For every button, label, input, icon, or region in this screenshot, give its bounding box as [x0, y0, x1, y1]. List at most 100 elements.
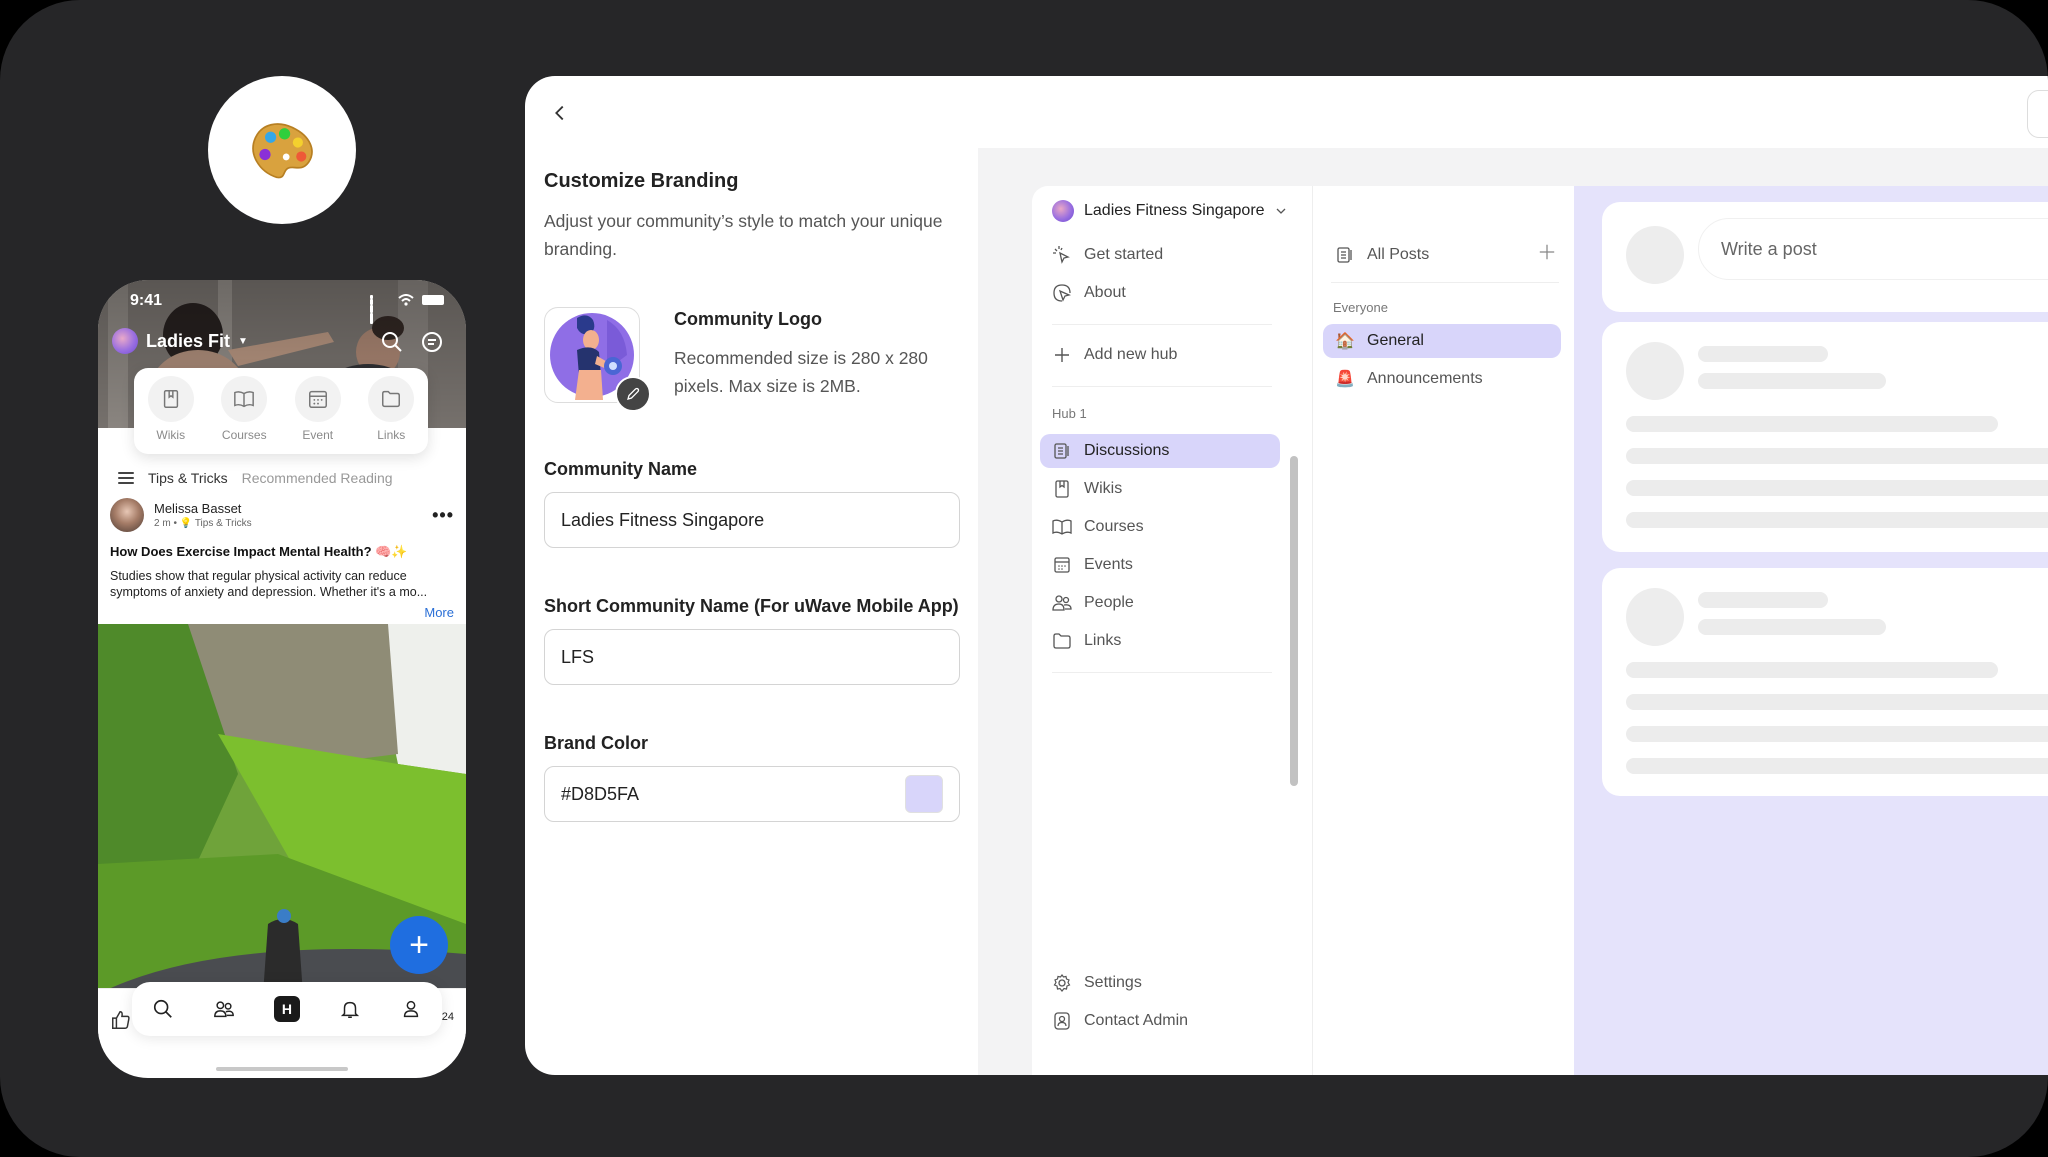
sidebar-item-get-started[interactable]: Get started	[1040, 238, 1280, 272]
chat-icon[interactable]	[420, 330, 444, 354]
chevron-down-icon	[1276, 208, 1286, 214]
app-title: Ladies Fit	[146, 330, 231, 351]
brand-color-group: Brand Color	[544, 733, 964, 822]
author-avatar[interactable]	[110, 498, 144, 532]
search-icon[interactable]	[152, 998, 174, 1020]
sidebar-item-about[interactable]: About	[1040, 276, 1280, 310]
home-indicator	[216, 1067, 348, 1071]
divider	[1052, 672, 1272, 673]
sidebar-scrollbar[interactable]	[1290, 456, 1298, 786]
search-icon[interactable]	[380, 330, 404, 354]
bottom-navigation: H	[132, 982, 442, 1036]
contact-admin-icon	[1054, 1012, 1070, 1030]
branding-form: Customize Branding Adjust your community…	[544, 170, 964, 822]
more-options-icon[interactable]: •••	[432, 505, 454, 526]
page-title: Customize Branding	[544, 170, 739, 192]
short-name-label: Short Community Name (For uWave Mobile A…	[544, 596, 959, 616]
divider	[1052, 386, 1272, 387]
brand-color-swatch[interactable]	[905, 775, 943, 813]
quick-links-card: Wikis Courses Event Links	[134, 368, 428, 454]
sidebar-item-events[interactable]: Events	[1040, 548, 1280, 582]
thumbs-up-icon[interactable]	[110, 1009, 132, 1031]
back-button[interactable]	[545, 98, 575, 128]
skeleton-line	[1698, 592, 1828, 608]
sidebar-item-courses[interactable]: Courses	[1040, 510, 1280, 544]
sparkle-cursor-icon	[1053, 246, 1070, 264]
skeleton-line	[1626, 662, 1998, 678]
hamburger-menu-icon[interactable]	[118, 472, 134, 484]
web-preview: Ladies Fitness Singapore Get started Abo…	[978, 148, 2048, 1075]
quick-link-event[interactable]: Event	[283, 376, 353, 442]
open-book-icon	[234, 391, 255, 408]
channel-announcements[interactable]: 🚨 Announcements	[1323, 362, 1561, 396]
sidebar-item-settings[interactable]: Settings	[1040, 966, 1280, 1000]
sidebar-item-people[interactable]: People	[1040, 586, 1280, 620]
divider	[1331, 282, 1559, 283]
home-hub-icon[interactable]: H	[273, 996, 300, 1022]
skeleton-line	[1698, 346, 1828, 362]
skeleton-line	[1626, 512, 2048, 528]
quick-link-wikis[interactable]: Wikis	[136, 376, 206, 442]
community-logo-small	[1052, 200, 1074, 222]
community-logo-section: Community Logo Recommended size is 280 x…	[544, 307, 964, 412]
short-name-field[interactable]	[544, 629, 960, 685]
post-meta: 2 m • 💡 Tips & Tricks	[154, 518, 252, 529]
avatar-placeholder	[1626, 588, 1684, 646]
page-subtitle: Adjust your community’s style to match y…	[544, 211, 943, 259]
write-post-input[interactable]: Write a post	[1698, 218, 2048, 280]
post-skeleton	[1602, 568, 2048, 796]
showcase-frame: 9:41 Ladies Fit ▼ Wikis Courses Event Li…	[0, 0, 2048, 1157]
bell-icon[interactable]	[339, 998, 361, 1020]
lightbulb-icon: 💡	[179, 518, 193, 529]
open-book-icon	[1052, 519, 1072, 535]
channel-all-posts[interactable]: All Posts	[1323, 238, 1561, 272]
edit-logo-button[interactable]	[615, 376, 651, 412]
gear-icon	[1053, 974, 1071, 992]
channel-section-label: Everyone	[1333, 300, 1388, 315]
calendar-icon	[1054, 557, 1070, 573]
user-icon[interactable]	[400, 998, 422, 1020]
mobile-app-preview: 9:41 Ladies Fit ▼ Wikis Courses Event Li…	[98, 280, 466, 1078]
brand-color-input[interactable]	[561, 783, 905, 805]
hub-section-label: Hub 1	[1052, 406, 1087, 421]
sidebar-item-wikis[interactable]: Wikis	[1040, 472, 1280, 506]
sidebar-item-discussions[interactable]: Discussions	[1040, 434, 1280, 468]
skeleton-line	[1698, 373, 1886, 389]
channel-general[interactable]: 🏠 General	[1323, 324, 1561, 358]
tab-recommended-reading[interactable]: Recommended Reading	[242, 470, 393, 486]
community-logo-upload[interactable]	[544, 307, 651, 412]
artist-palette-icon	[252, 123, 313, 179]
signal-icon	[370, 294, 390, 324]
palette-badge	[208, 76, 356, 224]
short-name-group: Short Community Name (For uWave Mobile A…	[544, 596, 964, 685]
community-name-input[interactable]	[561, 509, 943, 531]
folder-icon	[1053, 633, 1071, 649]
people-icon[interactable]	[213, 998, 235, 1020]
community-name-field[interactable]	[544, 492, 960, 548]
add-new-hub-button[interactable]: Add new hub	[1040, 338, 1280, 372]
logo-title: Community Logo	[674, 309, 822, 329]
avatar-placeholder	[1626, 342, 1684, 400]
add-channel-icon[interactable]	[1538, 243, 1556, 261]
share-count: 24	[441, 1011, 454, 1023]
post-author[interactable]: Melissa Basset	[154, 501, 252, 516]
quick-link-courses[interactable]: Courses	[209, 376, 279, 442]
brand-color-field[interactable]	[544, 766, 960, 822]
sidebar-item-links[interactable]: Links	[1040, 624, 1280, 658]
quick-link-links[interactable]: Links	[356, 376, 426, 442]
top-right-button[interactable]	[2027, 90, 2048, 138]
bookmark-book-icon	[1055, 480, 1069, 498]
feed-tabs: Tips & Tricks Recommended Reading	[118, 470, 393, 486]
sidebar-item-contact-admin[interactable]: Contact Admin	[1040, 1004, 1280, 1038]
skeleton-line	[1626, 758, 2048, 774]
more-link[interactable]: More	[424, 605, 454, 620]
post-category[interactable]: Tips & Tricks	[195, 518, 252, 529]
create-post-button[interactable]: +	[390, 916, 448, 974]
short-name-input[interactable]	[561, 646, 943, 668]
post-title[interactable]: How Does Exercise Impact Mental Health? …	[110, 544, 408, 560]
community-switcher[interactable]: Ladies Fit ▼	[112, 328, 248, 354]
tab-tips-tricks[interactable]: Tips & Tricks	[148, 470, 228, 486]
preview-community-switcher[interactable]: Ladies Fitness Singapore	[1052, 200, 1287, 222]
caret-down-icon: ▼	[238, 335, 248, 347]
post-header: Melissa Basset 2 m • 💡 Tips & Tricks •••	[110, 498, 454, 532]
